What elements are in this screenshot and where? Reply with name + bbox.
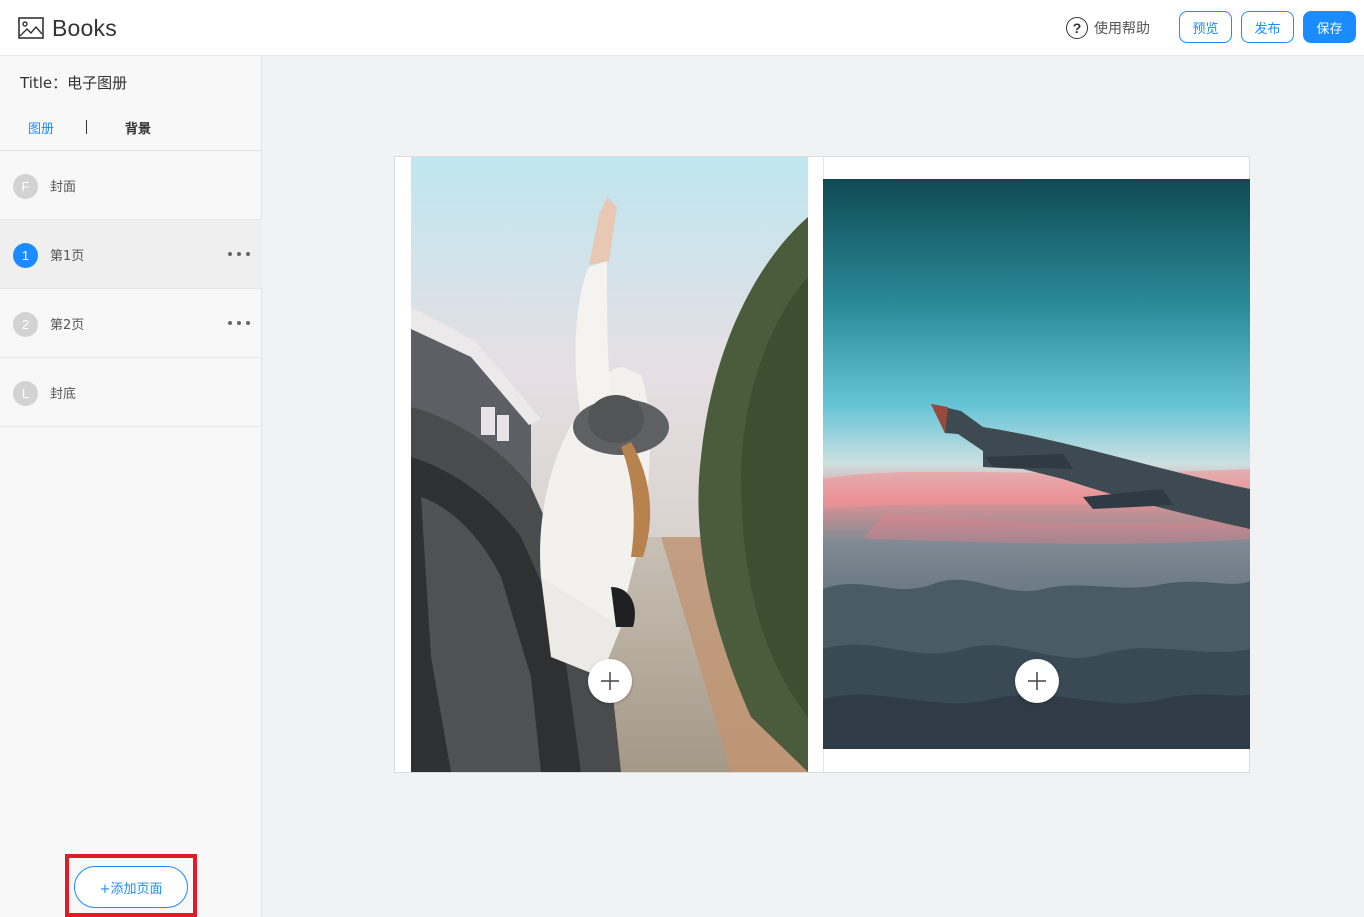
app-logo: Books [18, 14, 117, 42]
tab-divider [86, 120, 87, 134]
tab-album[interactable]: 图册 [28, 118, 54, 137]
page-badge: F [13, 174, 38, 199]
page-list: F 封面 1 第1页 2 第2页 L 封底 [0, 151, 262, 427]
help-link[interactable]: ? 使用帮助 [1066, 16, 1150, 40]
book-spread [394, 156, 1250, 773]
question-circle-icon: ? [1066, 17, 1088, 39]
plus-icon [1028, 672, 1046, 690]
page-badge: 2 [13, 312, 38, 337]
left-page-photo[interactable] [411, 157, 808, 772]
page-badge: L [13, 381, 38, 406]
page-label: 封面 [50, 180, 77, 195]
top-bar: Books ? 使用帮助 预览 发布 保存 [0, 0, 1364, 56]
album-title: Title：电子图册 [20, 74, 128, 92]
page-label: 封底 [50, 387, 77, 402]
page-item-back-cover[interactable]: L 封底 [0, 358, 262, 427]
sidebar: Title：电子图册 图册 背景 F 封面 1 第1页 2 第2页 L 封底 +… [0, 56, 262, 917]
publish-button[interactable]: 发布 [1241, 11, 1294, 43]
page-item-1[interactable]: 1 第1页 [0, 220, 262, 289]
right-page-photo[interactable] [823, 179, 1250, 749]
more-dots-icon[interactable] [228, 244, 250, 264]
page-item-2[interactable]: 2 第2页 [0, 289, 262, 358]
image-icon [18, 17, 44, 39]
save-button[interactable]: 保存 [1303, 11, 1356, 43]
page-label: 第1页 [50, 249, 85, 264]
app-name: Books [52, 14, 117, 41]
page-label: 第2页 [50, 318, 85, 333]
add-photo-button[interactable] [588, 659, 632, 703]
sidebar-tabs: 图册 背景 [0, 118, 262, 150]
add-page-button[interactable]: +添加页面 [74, 866, 188, 908]
page-badge: 1 [13, 243, 38, 268]
plus-icon [601, 672, 619, 690]
more-dots-icon[interactable] [228, 313, 250, 333]
add-photo-button[interactable] [1015, 659, 1059, 703]
help-label: 使用帮助 [1094, 21, 1150, 37]
tab-background[interactable]: 背景 [125, 118, 151, 137]
page-item-cover[interactable]: F 封面 [0, 151, 262, 220]
preview-button[interactable]: 预览 [1179, 11, 1232, 43]
